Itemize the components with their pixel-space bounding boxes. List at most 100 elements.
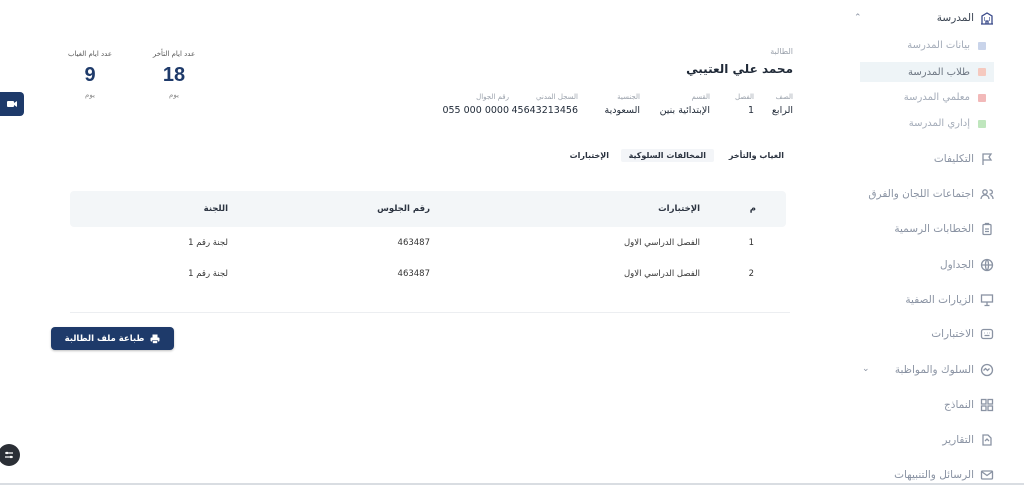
print-student-file-button[interactable]: طباعة ملف الطالبة — [51, 327, 174, 350]
sidebar-item-label: الرسائل والتنبيهات — [894, 469, 974, 481]
late-days-stat: عدد ايام التأخر 18 يوم — [139, 50, 209, 99]
chevron-up-icon[interactable]: ⌃ — [854, 13, 862, 23]
table-row: 2 الفصل الدراسي الاول 463487 لجنة رقم 1 — [70, 258, 786, 289]
sidebar-item-messages[interactable]: الرسائل والتنبيهات — [894, 468, 994, 482]
activity-icon — [980, 363, 994, 377]
exams-table: م الإختبارات رقم الجلوس اللجنة 1 الفصل ا… — [70, 191, 786, 289]
sidebar-subitem-school-data[interactable]: بيانات المدرسة — [907, 40, 986, 51]
info-value: الإبتدائية بنين — [659, 105, 710, 116]
sidebar-item-label: التقارير — [942, 434, 974, 446]
square-icon — [978, 119, 986, 128]
sidebar: المدرسة ⌃ بيانات المدرسة طلاب المدرسة مع… — [854, 0, 1024, 485]
sidebar-subitem-admins[interactable]: إداري المدرسة — [909, 118, 986, 129]
sidebar-item-label: التكليفات — [933, 153, 974, 165]
stat-value: 9 — [84, 64, 96, 86]
cell-committee: لجنة رقم 1 — [188, 268, 228, 279]
sidebar-item-class-visits[interactable]: الزيارات الصفية — [905, 293, 994, 307]
sidebar-item-behavior[interactable]: السلوك والمواظبة — [895, 363, 994, 377]
sidebar-item-label: الاختبارات — [931, 328, 974, 340]
sidebar-subitem-label: بيانات المدرسة — [907, 40, 970, 51]
info-key: السجل المدني — [536, 93, 578, 101]
sidebar-item-assignments[interactable]: التكليفات — [934, 152, 994, 166]
sliders-icon — [5, 451, 13, 459]
column-header-number: م — [749, 204, 756, 214]
student-name: محمد علي العتيبي — [686, 62, 793, 76]
video-button[interactable] — [0, 92, 24, 116]
stat-unit: يوم — [169, 91, 179, 99]
info-value: الرابع — [771, 105, 793, 116]
sidebar-subitem-label: طلاب المدرسة — [908, 66, 970, 78]
presentation-icon — [980, 293, 994, 307]
sidebar-item-label: الزيارات الصفية — [905, 294, 974, 306]
sidebar-item-exams[interactable]: الاختبارات — [931, 327, 994, 341]
info-grade: الصف الرابع — [772, 93, 793, 116]
square-icon — [978, 41, 986, 50]
grid-icon — [980, 398, 994, 412]
info-mobile: رقم الجوال 0000 000 055 — [442, 93, 509, 116]
info-civil-record: السجل المدني 45643213456 — [512, 93, 579, 116]
divider — [70, 312, 790, 313]
sidebar-subitem-students[interactable]: طلاب المدرسة — [860, 62, 994, 82]
flag-icon — [980, 152, 994, 166]
settings-toggle-button[interactable] — [0, 444, 20, 466]
sidebar-item-label: النماذج — [943, 399, 974, 411]
tab-absence[interactable]: الغياب والتأخر — [721, 149, 792, 162]
sidebar-item-schedules[interactable]: الجداول — [940, 258, 994, 272]
column-header-exam: الإختبارات — [658, 204, 700, 214]
info-value: السعودية — [604, 105, 640, 116]
print-button-label: طباعة ملف الطالبة — [64, 333, 145, 344]
building-icon — [980, 11, 994, 25]
globe-icon — [980, 258, 994, 272]
mail-icon — [980, 468, 994, 482]
sidebar-item-reports[interactable]: التقارير — [942, 433, 994, 447]
square-icon — [978, 93, 986, 102]
stat-label: عدد ايام الغياب — [67, 50, 113, 58]
sidebar-item-label: الخطابات الرسمية — [894, 223, 974, 235]
printer-icon — [150, 334, 160, 344]
tab-exams[interactable]: الإختبارات — [562, 149, 617, 162]
report-icon — [980, 433, 994, 447]
stat-unit: يوم — [85, 91, 95, 99]
cell-exam: الفصل الدراسي الاول — [623, 268, 700, 279]
stat-value: 18 — [162, 64, 186, 86]
users-icon — [980, 187, 994, 201]
stat-label: عدد ايام التأخر — [152, 50, 196, 58]
sidebar-item-label: الجداول — [939, 259, 974, 271]
sidebar-item-label: اجتماعات اللجان والفرق — [868, 188, 974, 200]
info-class: الفصل 1 — [735, 93, 754, 116]
sidebar-item-school[interactable]: المدرسة — [937, 11, 994, 25]
sidebar-subitem-teachers[interactable]: معلمي المدرسة — [904, 92, 986, 103]
cell-exam: الفصل الدراسي الاول — [623, 237, 700, 248]
video-icon — [7, 101, 17, 107]
info-value: 1 — [747, 105, 754, 116]
cell-number: 2 — [748, 268, 754, 279]
student-label: الطالبة — [770, 47, 793, 56]
cell-seat: 463487 — [397, 268, 430, 279]
info-value: 0000 000 055 — [442, 105, 509, 116]
sidebar-subitem-label: إداري المدرسة — [908, 118, 970, 129]
info-nationality: الجنسية السعودية — [605, 93, 640, 116]
dots-box-icon — [980, 327, 994, 341]
absence-days-stat: عدد ايام الغياب 9 يوم — [55, 50, 125, 99]
info-key: رقم الجوال — [476, 93, 509, 101]
cell-seat: 463487 — [397, 237, 430, 248]
info-value: 45643213456 — [511, 105, 579, 116]
chevron-down-icon[interactable]: ⌄ — [862, 364, 870, 374]
cell-number: 1 — [748, 237, 754, 248]
info-key: القسم — [691, 93, 710, 101]
table-row: 1 الفصل الدراسي الاول 463487 لجنة رقم 1 — [70, 227, 786, 258]
sidebar-item-meetings[interactable]: اجتماعات اللجان والفرق — [868, 187, 994, 201]
tab-violations[interactable]: المخالفات السلوكية — [620, 149, 714, 162]
cell-committee: لجنة رقم 1 — [188, 237, 228, 248]
sidebar-item-letters[interactable]: الخطابات الرسمية — [894, 222, 994, 236]
sidebar-subitem-label: معلمي المدرسة — [903, 92, 970, 103]
info-section: القسم الإبتدائية بنين — [660, 93, 710, 116]
info-key: الفصل — [735, 93, 754, 101]
sidebar-item-label: المدرسة — [936, 12, 974, 24]
info-key: الجنسية — [617, 93, 640, 101]
sidebar-item-forms[interactable]: النماذج — [944, 398, 994, 412]
sidebar-item-label: السلوك والمواظبة — [894, 364, 974, 376]
info-key: الصف — [775, 93, 793, 101]
column-header-committee: اللجنة — [203, 204, 228, 214]
square-icon — [978, 68, 986, 76]
